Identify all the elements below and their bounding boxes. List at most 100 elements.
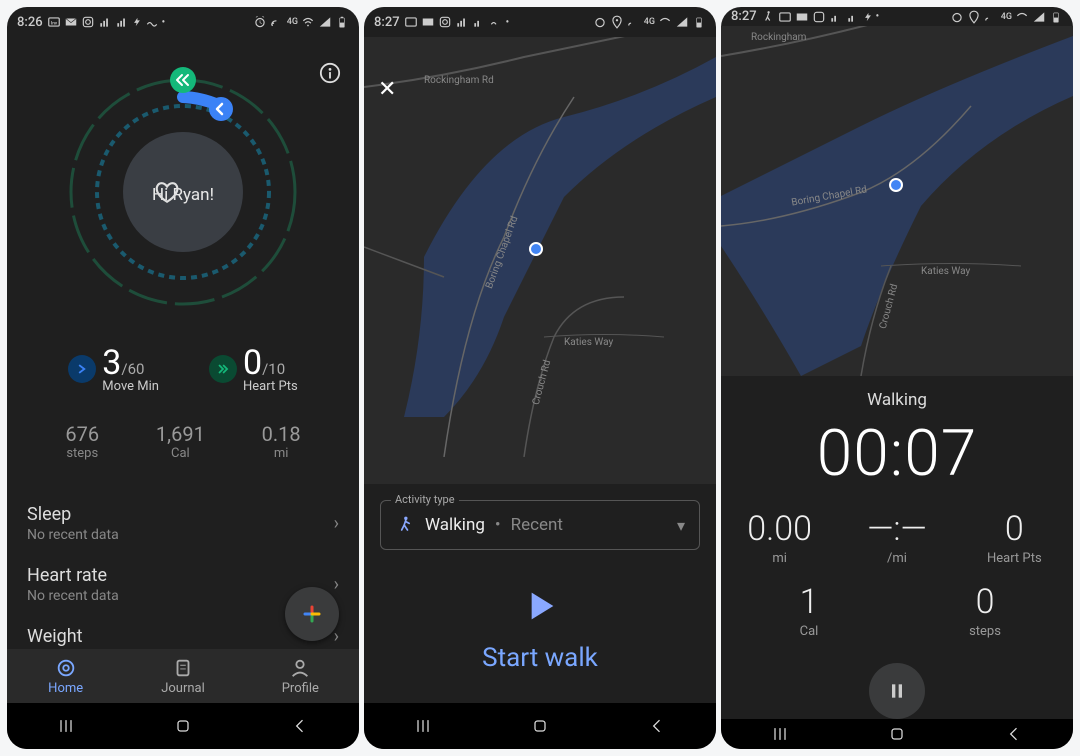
nav-profile[interactable]: Profile bbox=[242, 649, 359, 703]
battery-icon bbox=[335, 15, 349, 29]
nav-profile-label: Profile bbox=[282, 681, 319, 696]
system-nav bbox=[721, 719, 1073, 749]
heart-pts-goal[interactable]: 0/10 Heart Pts bbox=[209, 343, 298, 394]
heart-pts-total: /10 bbox=[262, 360, 285, 378]
recents-button[interactable] bbox=[413, 716, 433, 736]
move-min-total: /60 bbox=[121, 360, 144, 378]
status-system-icons: 4G bbox=[950, 10, 1063, 24]
status-bar: 8:27 • 4G bbox=[364, 7, 716, 37]
plus-icon bbox=[300, 602, 324, 626]
pause-icon bbox=[887, 681, 907, 701]
distance-value: 0.00 bbox=[721, 509, 838, 549]
activity-type-dropdown[interactable]: Activity type Walking • Recent ▾ bbox=[380, 500, 700, 550]
cell-icon bbox=[675, 15, 689, 29]
status-time: 8:27 bbox=[374, 15, 400, 30]
mail-icon bbox=[421, 15, 435, 29]
battery-icon bbox=[692, 15, 706, 29]
instagram-icon bbox=[81, 15, 95, 29]
cal-value: 1 bbox=[721, 582, 897, 622]
cell-icon bbox=[1032, 10, 1046, 24]
location-icon bbox=[967, 10, 981, 24]
steps-label: steps bbox=[65, 446, 99, 461]
steps-stat[interactable]: 676 steps bbox=[65, 422, 99, 461]
chevron-right-icon: › bbox=[334, 513, 339, 534]
move-min-goal[interactable]: 3/60 Move Min bbox=[68, 343, 159, 394]
cell-icon bbox=[318, 15, 332, 29]
chart-icon bbox=[455, 15, 469, 29]
sleep-title: Sleep bbox=[27, 504, 119, 525]
location-icon bbox=[610, 15, 624, 29]
alarm-icon bbox=[593, 15, 607, 29]
move-min-value: 3 bbox=[102, 343, 121, 383]
recents-button[interactable] bbox=[56, 716, 76, 736]
back-button[interactable] bbox=[647, 716, 667, 736]
phone-screen-home: 8:26 Inv • 4G bbox=[7, 7, 359, 749]
chevron-down-icon: ▾ bbox=[677, 516, 685, 535]
status-notification-icons: Inv • bbox=[47, 15, 166, 29]
alarm-icon bbox=[950, 10, 964, 24]
heart-pts-value: 0 bbox=[956, 509, 1073, 549]
activity-ring[interactable]: Hi Ryan! bbox=[7, 67, 359, 317]
cast-icon bbox=[627, 15, 641, 29]
chevron-right-icon: › bbox=[334, 626, 339, 647]
map-view[interactable]: Rockingham Boring Chapel Rd Crouch Rd Ka… bbox=[721, 26, 1073, 376]
cal-stat[interactable]: 1,691 Cal bbox=[156, 422, 205, 461]
system-nav bbox=[7, 703, 359, 749]
recents-button[interactable] bbox=[770, 724, 790, 744]
walking-icon bbox=[395, 515, 415, 535]
instagram-icon bbox=[812, 10, 826, 24]
cal-label: Cal bbox=[156, 446, 205, 461]
heart-pts-label: Heart Pts bbox=[243, 379, 298, 394]
wifi-icon bbox=[658, 15, 672, 29]
info-icon[interactable] bbox=[319, 62, 341, 88]
alarm-icon bbox=[253, 15, 267, 29]
status-notification-icons: • bbox=[404, 15, 510, 29]
chart-icon bbox=[98, 15, 112, 29]
nav-home-label: Home bbox=[48, 681, 83, 696]
heart-pts-icon bbox=[209, 355, 237, 383]
pace-stat: —:— /mi bbox=[838, 509, 955, 566]
back-button[interactable] bbox=[1004, 724, 1024, 744]
map-road-label: Katies Way bbox=[921, 266, 970, 277]
home-button[interactable] bbox=[530, 716, 550, 736]
close-icon[interactable]: ✕ bbox=[378, 77, 396, 102]
home-button[interactable] bbox=[173, 716, 193, 736]
mi-stat[interactable]: 0.18 mi bbox=[262, 422, 301, 461]
play-icon[interactable] bbox=[364, 586, 716, 637]
chart2-icon bbox=[846, 10, 860, 24]
home-button[interactable] bbox=[887, 724, 907, 744]
pace-label: /mi bbox=[838, 551, 955, 566]
profile-icon bbox=[289, 657, 311, 679]
add-activity-fab[interactable] bbox=[285, 587, 339, 641]
heart-pts-stat: 0 Heart Pts bbox=[956, 509, 1073, 566]
start-walk-button[interactable]: Start walk bbox=[364, 643, 716, 673]
sleep-row[interactable]: Sleep No recent data › bbox=[7, 493, 359, 554]
workout-type: Walking bbox=[867, 390, 927, 410]
back-button[interactable] bbox=[290, 716, 310, 736]
steps-value: 0 bbox=[897, 582, 1073, 622]
status-system-icons: 4G bbox=[593, 15, 706, 29]
pace-value: —:— bbox=[838, 509, 955, 549]
distance-stat: 0.00 mi bbox=[721, 509, 838, 566]
mail-icon bbox=[795, 10, 809, 24]
cal-label: Cal bbox=[721, 624, 897, 639]
inv-icon bbox=[778, 10, 792, 24]
cal-value: 1,691 bbox=[156, 422, 205, 446]
mi-value: 0.18 bbox=[262, 422, 301, 446]
map-view[interactable]: ✕ Rockingham Rd Boring Chapel Rd Crouch … bbox=[364, 37, 716, 484]
journal-icon bbox=[172, 657, 194, 679]
chevron-right-icon: › bbox=[334, 574, 339, 595]
nav-journal[interactable]: Journal bbox=[124, 649, 241, 703]
chart-icon bbox=[829, 10, 843, 24]
heart-pts-value: 0 bbox=[243, 343, 262, 383]
elapsed-time: 00:07 bbox=[817, 416, 977, 491]
steps-stat: 0 steps bbox=[897, 582, 1073, 639]
nav-home[interactable]: Home bbox=[7, 649, 124, 703]
steps-label: steps bbox=[897, 624, 1073, 639]
chart2-icon bbox=[472, 15, 486, 29]
cal-stat: 1 Cal bbox=[721, 582, 897, 639]
workout-panel: Walking 00:07 0.00 mi —:— /mi 0 Heart Pt… bbox=[721, 376, 1073, 719]
pause-button[interactable] bbox=[869, 663, 925, 719]
status-bar: 8:27 • 4G bbox=[721, 7, 1073, 26]
status-bar: 8:26 Inv • 4G bbox=[7, 7, 359, 37]
